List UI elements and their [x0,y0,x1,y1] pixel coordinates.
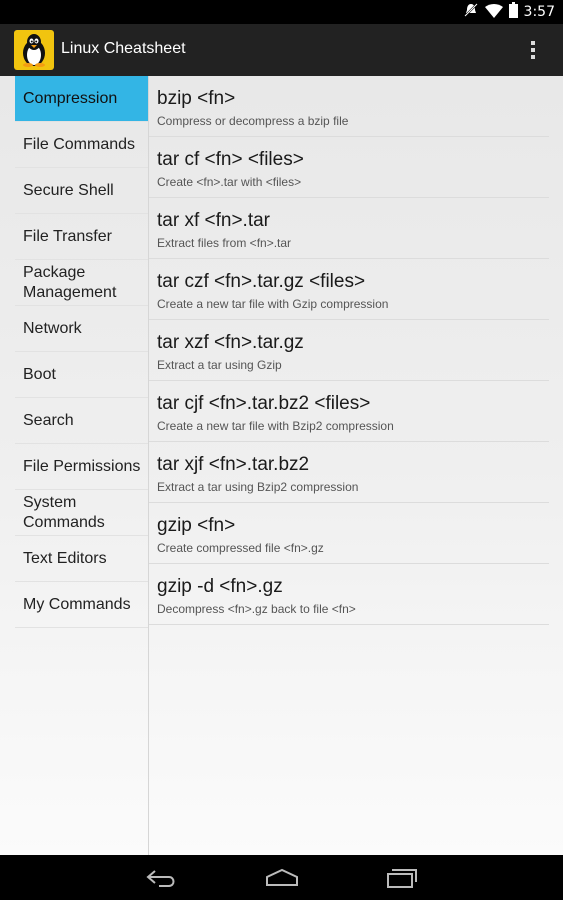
sidebar-item-label: Package Management [23,263,117,301]
command-description: Create a new tar file with Gzip compress… [157,297,389,311]
command-list: bzip <fn> Compress or decompress a bzip … [149,76,549,625]
command-description: Create a new tar file with Bzip2 compres… [157,419,394,433]
command-title: gzip -d <fn>.gz [157,576,283,597]
tux-penguin-icon[interactable] [14,30,54,70]
sidebar-item-compression[interactable]: Compression [15,76,148,122]
command-title: gzip <fn> [157,515,236,536]
command-title: tar cjf <fn>.tar.bz2 <files> [157,393,371,414]
command-title: bzip <fn> [157,88,236,109]
sidebar-item-label: My Commands [23,595,131,613]
list-item[interactable]: tar xzf <fn>.tar.gz Extract a tar using … [149,320,549,381]
list-item[interactable]: gzip <fn> Create compressed file <fn>.gz [149,503,549,564]
list-item[interactable]: tar xf <fn>.tar Extract files from <fn>.… [149,198,549,259]
list-item[interactable]: gzip -d <fn>.gz Decompress <fn>.gz back … [149,564,549,625]
back-icon[interactable] [142,863,182,893]
sidebar-item-label: Boot [23,365,56,383]
sidebar-item-label: Search [23,411,74,429]
status-icons: 3:57 [463,2,555,22]
status-time: 3:57 [523,4,555,20]
command-title: tar czf <fn>.tar.gz <files> [157,271,366,292]
sidebar-item-file-transfer[interactable]: File Transfer [15,214,148,260]
sidebar-item-label: Secure Shell [23,181,114,199]
notification-muted-icon [463,2,479,22]
list-item[interactable]: tar xjf <fn>.tar.bz2 Extract a tar using… [149,442,549,503]
sidebar-item-my-commands[interactable]: My Commands [15,582,148,628]
overflow-menu-icon[interactable] [523,38,543,62]
sidebar-item-label: Compression [23,89,118,107]
list-item[interactable]: tar cf <fn> <files> Create <fn>.tar with… [149,137,549,198]
list-item[interactable]: bzip <fn> Compress or decompress a bzip … [149,76,549,137]
sidebar-item-file-permissions[interactable]: File Permissions [15,444,148,490]
command-title: tar xf <fn>.tar [157,210,270,231]
command-description: Extract a tar using Gzip [157,358,282,372]
home-icon[interactable] [262,863,302,893]
command-description: Create <fn>.tar with <files> [157,175,302,189]
sidebar-item-label: File Transfer [23,227,112,245]
sidebar-item-label: System Commands [23,493,105,531]
sidebar-item-boot[interactable]: Boot [15,352,148,398]
sidebar-item-label: File Permissions [23,457,141,475]
sidebar-item-label: File Commands [23,135,136,153]
sidebar-item-system-commands[interactable]: System Commands [15,490,148,536]
sidebar-item-file-commands[interactable]: File Commands [15,122,148,168]
wifi-icon [484,3,503,22]
battery-icon [508,2,518,22]
sidebar-item-text-editors[interactable]: Text Editors [15,536,148,582]
app-title: Linux Cheatsheet [61,40,186,57]
command-description: Compress or decompress a bzip file [157,114,349,128]
list-item[interactable]: tar cjf <fn>.tar.bz2 <files> Create a ne… [149,381,549,442]
sidebar-item-package-management[interactable]: Package Management [15,260,148,306]
list-item[interactable]: tar czf <fn>.tar.gz <files> Create a new… [149,259,549,320]
sidebar-item-network[interactable]: Network [15,306,148,352]
sidebar-item-label: Text Editors [23,549,107,567]
command-title: tar cf <fn> <files> [157,149,304,170]
command-description: Extract a tar using Bzip2 compression [157,480,359,494]
recent-apps-icon[interactable] [382,863,422,893]
command-title: tar xzf <fn>.tar.gz [157,332,304,353]
sidebar-item-label: Network [23,319,82,337]
command-title: tar xjf <fn>.tar.bz2 [157,454,310,475]
command-description: Decompress <fn>.gz back to file <fn> [157,602,356,616]
sidebar-item-search[interactable]: Search [15,398,148,444]
sidebar-item-secure-shell[interactable]: Secure Shell [15,168,148,214]
main-content: Compression File Commands Secure Shell F… [0,76,563,855]
action-bar: Linux Cheatsheet [0,24,563,76]
navigation-bar [0,855,563,900]
command-description: Extract files from <fn>.tar [157,236,292,250]
category-sidebar: Compression File Commands Secure Shell F… [15,76,148,628]
command-description: Create compressed file <fn>.gz [157,541,324,555]
status-bar: 3:57 [0,0,563,24]
